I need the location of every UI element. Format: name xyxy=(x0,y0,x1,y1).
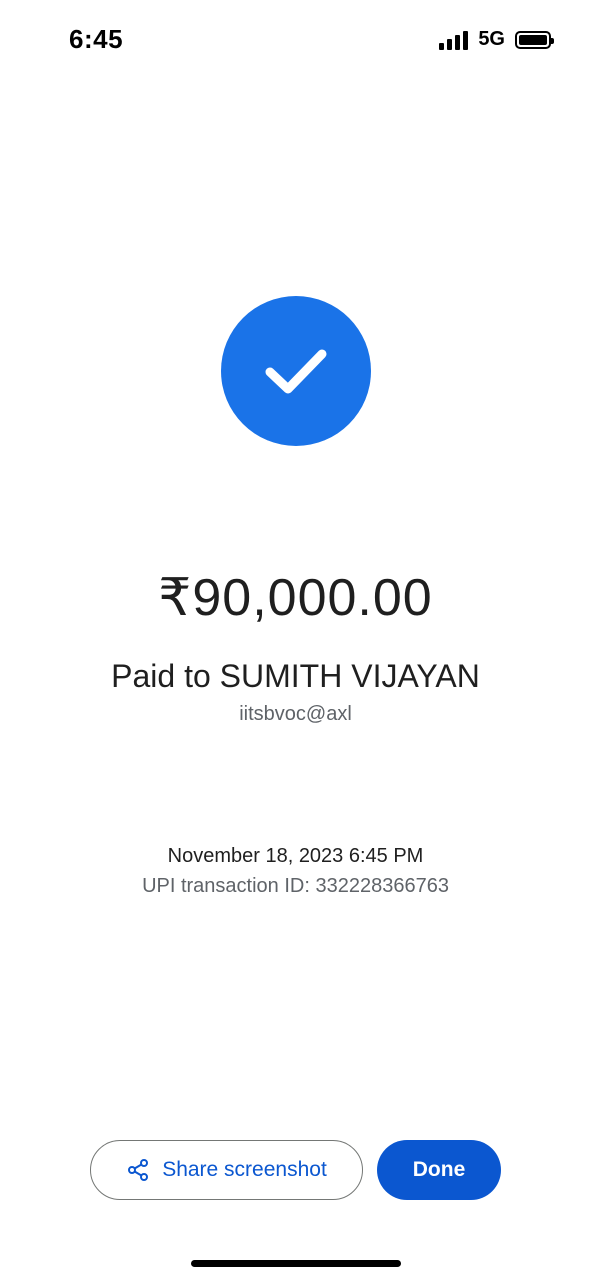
share-icon xyxy=(128,1159,149,1181)
transaction-date-time: November 18, 2023 6:45 PM xyxy=(167,845,424,867)
home-indicator[interactable] xyxy=(191,1260,401,1267)
done-button[interactable]: Done xyxy=(377,1140,501,1200)
success-badge xyxy=(221,296,371,446)
done-label: Done xyxy=(412,1158,466,1181)
payee-name: Paid to SUMITH VIJAYAN xyxy=(111,658,480,694)
share-screenshot-button[interactable]: Share screenshot xyxy=(90,1140,363,1200)
share-screenshot-label: Share screenshot xyxy=(162,1158,327,1181)
transaction-id: UPI transaction ID: 332228366763 xyxy=(142,875,449,897)
payment-amount: ₹90,000.00 xyxy=(158,569,433,627)
network-label: 5G xyxy=(478,28,505,50)
status-time: 6:45 xyxy=(69,24,124,54)
battery-icon xyxy=(515,30,554,49)
payee-upi-id: iitsbvoc@axl xyxy=(239,703,352,725)
checkmark-icon xyxy=(265,349,327,394)
signal-icon xyxy=(439,30,469,50)
status-icons: 5G xyxy=(439,28,554,51)
status-bar: 6:45 5G xyxy=(0,0,591,80)
